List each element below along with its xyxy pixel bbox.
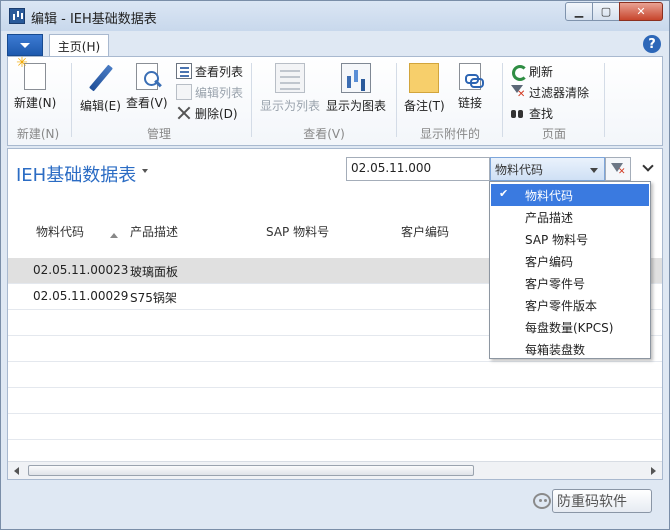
dropdown-option[interactable]: 每盘数量(KPCS) — [491, 316, 649, 338]
new-document-icon — [16, 55, 47, 90]
notes-button[interactable]: 备注(T) — [404, 61, 445, 117]
links-button[interactable]: 链接 — [458, 61, 484, 117]
filter-field-selected: 物料代码 — [495, 162, 544, 177]
group-divider — [604, 63, 605, 137]
application-menu-button[interactable] — [7, 34, 43, 56]
app-window: 编辑 - IEH基础数据表 ▁ ▢ ✕ 主页(H) ? 新建(N) 新建(N) … — [0, 0, 670, 530]
table-row-empty — [8, 388, 662, 414]
binoculars-icon — [510, 105, 526, 121]
scrollbar-thumb[interactable] — [28, 465, 474, 476]
ribbon-group-attachments: 备注(T) 链接 显示附件的 — [400, 57, 500, 145]
cell-desc: S75锅架 — [130, 291, 177, 305]
wechat-icon — [533, 493, 551, 509]
group-label-manage: 管理 — [146, 127, 171, 141]
page-title[interactable]: IEH基础数据表 — [16, 161, 136, 187]
filter-search-input[interactable]: 02.05.11.000 — [346, 157, 490, 181]
scroll-left-icon[interactable] — [14, 467, 19, 475]
filter-clear-icon — [510, 84, 526, 100]
window-title: 编辑 - IEH基础数据表 — [31, 12, 157, 27]
title-bar: 编辑 - IEH基础数据表 ▁ ▢ ✕ — [1, 1, 669, 31]
app-logo-icon — [9, 8, 25, 24]
edit-list-button[interactable]: 编辑列表 — [176, 82, 243, 102]
dropdown-option[interactable]: 产品描述 — [491, 206, 649, 228]
chevron-down-icon — [590, 168, 598, 173]
refresh-button[interactable]: 刷新 — [510, 61, 553, 81]
column-header-sap[interactable]: SAP 物料号 — [266, 223, 329, 240]
list-icon — [176, 63, 192, 79]
dropdown-arrow-icon — [20, 42, 30, 48]
column-header-customer-code[interactable]: 客户编码 — [401, 223, 449, 240]
filter-field-select[interactable]: 物料代码 — [490, 157, 605, 181]
dropdown-option[interactable]: 客户编码 — [491, 250, 649, 272]
column-header-desc[interactable]: 产品描述 — [130, 223, 178, 240]
horizontal-scrollbar[interactable] — [8, 461, 662, 479]
title-dropdown-icon[interactable] — [142, 169, 148, 173]
window-controls: ▁ ▢ ✕ — [565, 2, 663, 21]
dropdown-option[interactable]: 客户零件版本 — [491, 294, 649, 316]
find-button[interactable]: 查找 — [510, 103, 553, 123]
new-button[interactable]: 新建(N) — [14, 55, 56, 117]
field-dropdown-list: ✔ 物料代码 产品描述 SAP 物料号 客户编码 客户零件号 客户零件版本 每盘… — [489, 181, 651, 359]
show-as-chart-button[interactable]: 显示为图表 — [326, 61, 386, 117]
group-divider — [502, 63, 503, 137]
scroll-right-icon[interactable] — [651, 467, 656, 475]
bar-chart-icon — [341, 63, 371, 93]
edit-button[interactable]: 编辑(E) — [80, 61, 121, 117]
column-header-code[interactable]: 物料代码 — [36, 223, 84, 240]
cell-code: 02.05.11.00023 — [33, 263, 129, 277]
minimize-button[interactable]: ▁ — [565, 2, 593, 21]
delete-x-icon — [176, 105, 192, 121]
sticky-note-icon — [409, 63, 440, 93]
ribbon-group-view: 显示为列表 显示为图表 查看(V) — [256, 57, 392, 145]
dropdown-option[interactable]: SAP 物料号 — [491, 228, 649, 250]
list-view-icon — [275, 63, 305, 93]
link-chain-icon — [459, 63, 484, 90]
checkmark-icon: ✔ — [499, 187, 509, 200]
ribbon-group-new: 新建(N) 新建(N) — [8, 55, 68, 145]
refresh-icon — [510, 63, 528, 81]
view-list-button[interactable]: 查看列表 — [176, 61, 243, 81]
magnifier-document-icon — [135, 63, 159, 90]
ribbon-tab-row: 主页(H) ? — [7, 32, 663, 57]
table-row-empty — [8, 414, 662, 440]
tab-home[interactable]: 主页(H) — [49, 34, 109, 57]
edit-list-icon — [176, 84, 192, 100]
ribbon-group-page: 刷新 过滤器清除 查找 页面 — [506, 57, 602, 145]
pencil-icon — [85, 63, 115, 93]
close-window-button[interactable]: ✕ — [619, 2, 663, 21]
group-label-attachments: 显示附件的 — [419, 127, 480, 141]
view-button[interactable]: 查看(V) — [126, 61, 168, 117]
dropdown-option[interactable]: 每箱装盘数 — [491, 338, 649, 360]
cell-code: 02.05.11.00029 — [33, 289, 129, 303]
expand-filter-chevron-icon[interactable] — [642, 160, 654, 172]
help-icon[interactable]: ? — [643, 35, 661, 53]
group-label-view: 查看(V) — [303, 127, 345, 141]
sort-ascending-icon — [110, 233, 118, 238]
watermark: 防重码软件 — [533, 489, 627, 513]
ribbon-group-manage: 编辑(E) 查看(V) 查看列表 编辑列表 删除(D) 管理 — [74, 57, 244, 145]
dropdown-option[interactable]: 客户零件号 — [491, 272, 649, 294]
dropdown-option[interactable]: ✔ 物料代码 — [491, 184, 649, 206]
ribbon: 新建(N) 新建(N) 编辑(E) 查看(V) 查看列表 编辑列表 — [7, 55, 663, 146]
cell-desc: 玻璃面板 — [130, 265, 179, 279]
group-label-new: 新建(N) — [16, 127, 60, 141]
group-label-page: 页面 — [541, 127, 566, 141]
group-divider — [396, 63, 397, 137]
group-divider — [71, 63, 72, 137]
show-as-list-button[interactable]: 显示为列表 — [260, 61, 320, 117]
clear-filter-button[interactable]: 过滤器清除 — [510, 82, 589, 102]
table-row-empty — [8, 362, 662, 388]
maximize-button[interactable]: ▢ — [592, 2, 620, 21]
group-divider — [251, 63, 252, 137]
clear-filter-icon[interactable] — [605, 157, 631, 181]
delete-button[interactable]: 删除(D) — [176, 103, 238, 123]
